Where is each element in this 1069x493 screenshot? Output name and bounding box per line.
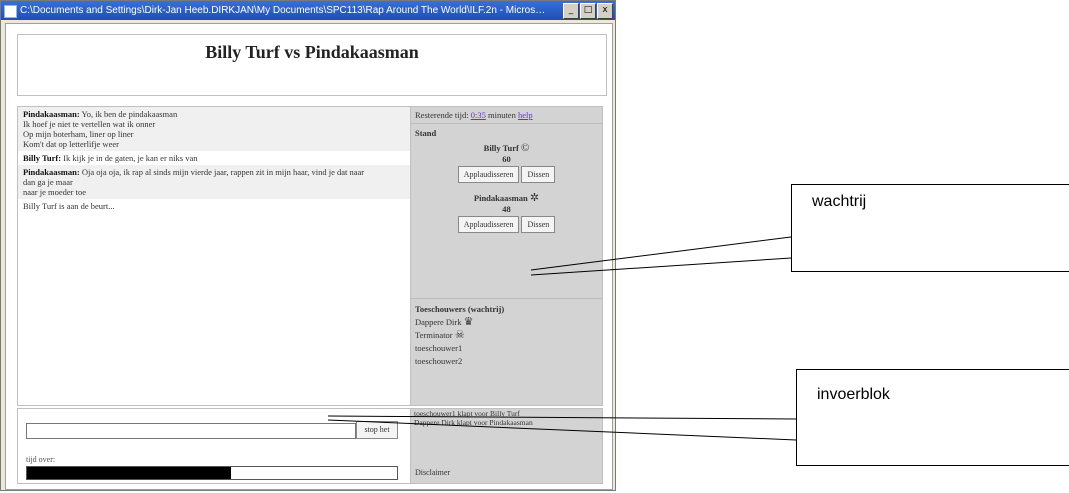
wachtrij-pointer-line (530, 236, 792, 271)
callout-invoerblok-label: invoerblok (817, 386, 890, 403)
invoerblok-pointer-line (327, 415, 797, 420)
callout-wachtrij: wachtrij (791, 184, 1069, 272)
invoerblok-pointer-line (327, 419, 797, 441)
wachtrij-pointer-line (530, 257, 792, 276)
callout-wachtrij-label: wachtrij (812, 193, 867, 210)
callout-invoerblok: invoerblok (796, 369, 1069, 466)
